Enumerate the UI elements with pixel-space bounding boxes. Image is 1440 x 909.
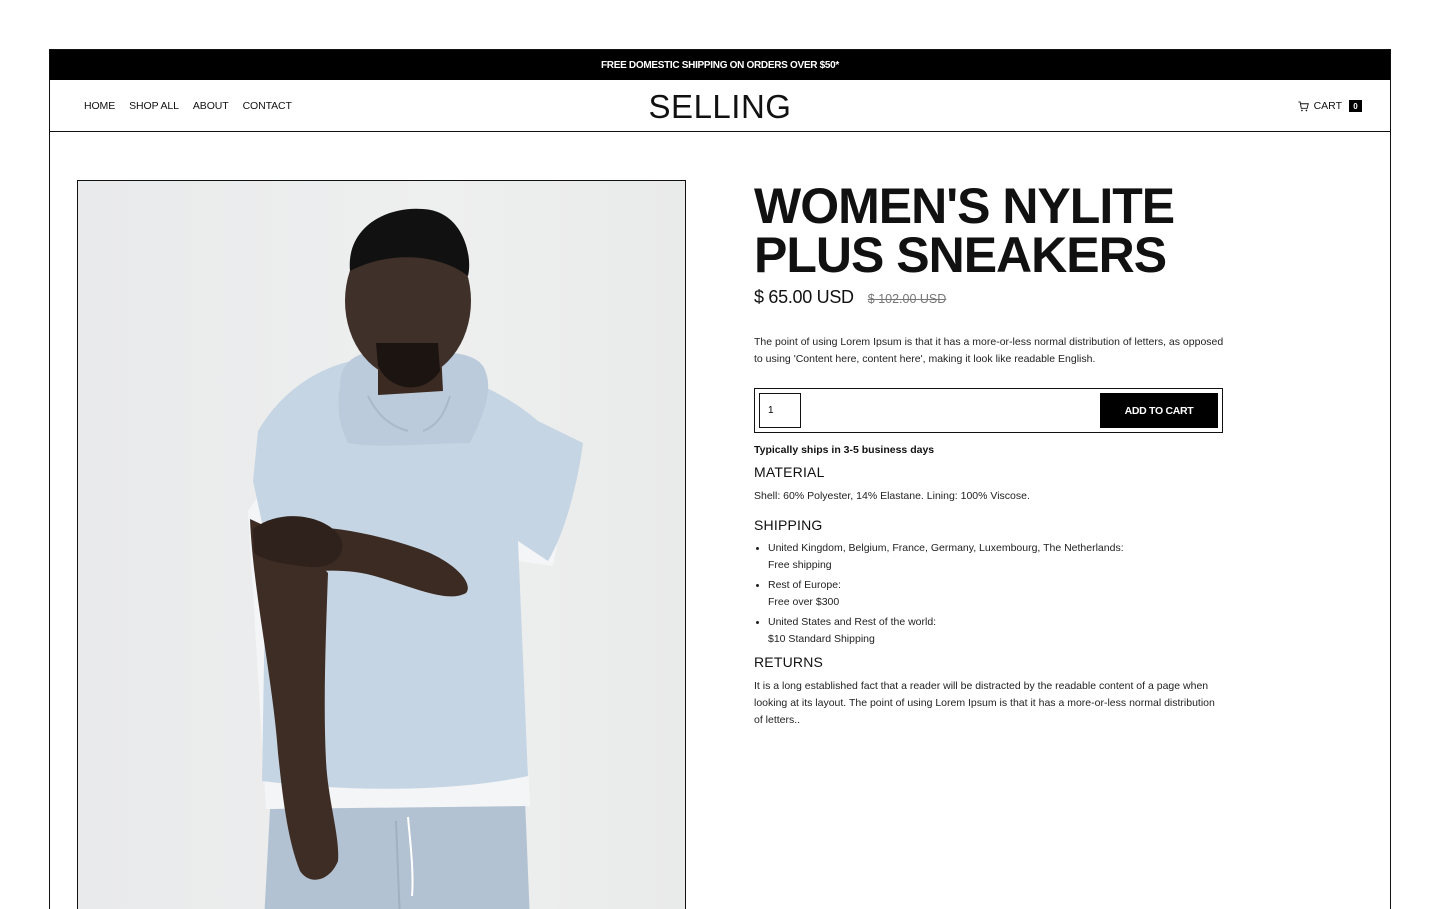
- model-photo-illustration: [248, 208, 583, 909]
- shipping-detail: Free shipping: [768, 559, 832, 571]
- shipping-item: United States and Rest of the world: $10…: [768, 614, 1224, 648]
- shipping-detail: $10 Standard Shipping: [768, 633, 875, 645]
- product-description: The point of using Lorem Ipsum is that i…: [754, 336, 1224, 365]
- shipping-region: United States and Rest of the world:: [768, 616, 937, 628]
- shipping-detail: Free over $300: [768, 596, 840, 608]
- nav-about-link[interactable]: ABOUT: [193, 100, 229, 112]
- cart-label: CART: [1313, 100, 1342, 112]
- material-heading: MATERIAL: [754, 464, 825, 480]
- shipping-heading: SHIPPING: [754, 517, 823, 533]
- shipping-time-note: Typically ships in 3-5 business days: [754, 444, 935, 456]
- nav-contact-link[interactable]: CONTACT: [243, 100, 292, 112]
- product-details: WOMEN'S NYLITE PLUS SNEAKERS $ 65.00 USD…: [754, 180, 1224, 729]
- promo-text: FREE DOMESTIC SHIPPING ON ORDERS OVER $5…: [600, 59, 839, 71]
- main-nav: HOME SHOP ALL ABOUT CONTACT: [84, 80, 292, 132]
- cart-icon: [1298, 100, 1309, 111]
- product-image: [77, 180, 686, 909]
- shipping-region: Rest of Europe:: [768, 579, 841, 591]
- compare-at-price: $ 102.00 USD: [867, 292, 947, 306]
- page-frame: FREE DOMESTIC SHIPPING ON ORDERS OVER $5…: [49, 49, 1391, 909]
- product-price: $ 65.00 USD: [754, 287, 854, 307]
- shipping-item: United Kingdom, Belgium, France, Germany…: [768, 540, 1224, 574]
- site-logo[interactable]: SELLING: [649, 88, 792, 125]
- returns-text: It is a long established fact that a rea…: [754, 680, 1215, 726]
- material-text: Shell: 60% Polyester, 14% Elastane. Lini…: [754, 490, 1030, 502]
- promo-bar: FREE DOMESTIC SHIPPING ON ORDERS OVER $5…: [50, 50, 1390, 80]
- add-to-cart-button[interactable]: ADD TO CART: [1100, 393, 1218, 428]
- shipping-item: Rest of Europe: Free over $300: [768, 577, 1224, 611]
- site-header: HOME SHOP ALL ABOUT CONTACT SELLING CART…: [50, 80, 1390, 132]
- shipping-list: United Kingdom, Belgium, France, Germany…: [754, 540, 1224, 648]
- nav-home-link[interactable]: HOME: [84, 100, 115, 112]
- returns-heading: RETURNS: [754, 654, 824, 670]
- product-title: WOMEN'S NYLITE PLUS SNEAKERS: [754, 178, 1175, 283]
- cart-button[interactable]: CART 0: [1298, 80, 1362, 132]
- add-to-cart-form: ADD TO CART: [754, 388, 1223, 433]
- quantity-input[interactable]: [759, 393, 801, 428]
- price-row: $ 65.00 USD $ 102.00 USD: [754, 287, 1224, 308]
- cart-count-badge: 0: [1349, 100, 1362, 112]
- nav-shop-all-link[interactable]: SHOP ALL: [129, 100, 179, 112]
- shipping-region: United Kingdom, Belgium, France, Germany…: [768, 542, 1124, 554]
